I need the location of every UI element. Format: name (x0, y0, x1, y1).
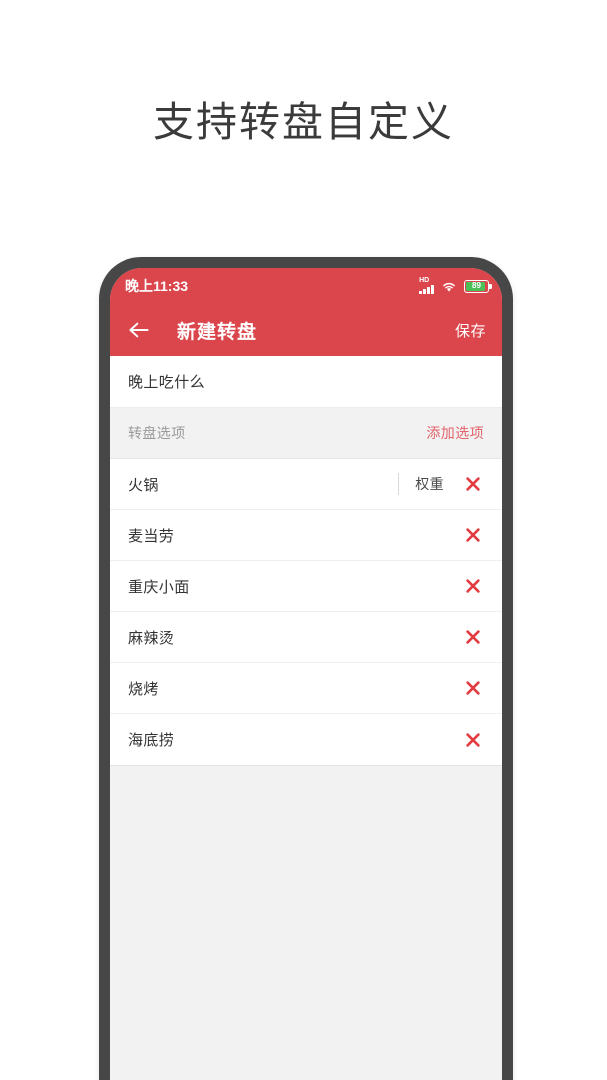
wifi-icon (443, 282, 455, 292)
row-divider (398, 473, 400, 495)
screen-content: 晚上吃什么 转盘选项 添加选项 火锅 权重麦当劳重庆小面麻辣烫烧烤海底捞 (110, 356, 502, 1080)
option-row[interactable]: 重庆小面 (110, 561, 502, 612)
battery-icon: 89 (464, 279, 492, 293)
option-name: 麦当劳 (128, 527, 175, 545)
status-bar-time: 晚上11:33 (125, 278, 189, 294)
close-icon (466, 630, 480, 644)
wheel-title-value: 晚上吃什么 (128, 374, 206, 391)
option-row[interactable]: 烧烤 (110, 663, 502, 714)
wheel-title-input[interactable]: 晚上吃什么 (110, 356, 502, 408)
close-icon (466, 477, 480, 491)
back-arrow-icon (129, 322, 149, 338)
status-bar: 晚上11:33 HD 89 (110, 268, 502, 304)
option-row[interactable]: 火锅 权重 (110, 459, 502, 510)
back-button[interactable] (124, 315, 154, 345)
app-bar: 新建转盘 保存 (110, 304, 502, 356)
page-title: 新建转盘 (177, 321, 258, 343)
option-row[interactable]: 海底捞 (110, 714, 502, 765)
phone-screen: 晚上11:33 HD 89 新建转盘 保存 晚上吃什么 转盘选项 添加选项 火锅… (110, 268, 502, 1080)
close-icon (466, 579, 480, 593)
delete-option-button[interactable] (462, 473, 484, 495)
close-icon (466, 528, 480, 542)
delete-option-button[interactable] (462, 677, 484, 699)
signal-bars-icon: HD (419, 277, 434, 294)
option-name: 麻辣烫 (128, 629, 175, 647)
signal-bars-glyph (419, 285, 434, 294)
delete-option-button[interactable] (462, 729, 484, 751)
options-section-header: 转盘选项 添加选项 (110, 408, 502, 459)
option-name: 重庆小面 (128, 578, 190, 596)
option-row[interactable]: 麦当劳 (110, 510, 502, 561)
option-weight-button[interactable]: 权重 (415, 474, 444, 494)
close-icon (466, 732, 480, 747)
option-name: 烧烤 (128, 680, 159, 698)
close-icon (466, 681, 480, 695)
status-bar-icons: HD 89 (419, 277, 492, 294)
options-section-label: 转盘选项 (128, 425, 186, 441)
delete-option-button[interactable] (462, 524, 484, 546)
delete-option-button[interactable] (462, 626, 484, 648)
delete-option-button[interactable] (462, 575, 484, 597)
phone-mockup-frame: 晚上11:33 HD 89 新建转盘 保存 晚上吃什么 转盘选项 添加选项 火锅… (99, 257, 513, 1080)
page-headline: 支持转盘自定义 (153, 99, 454, 145)
hd-label: HD (419, 277, 430, 284)
empty-space (110, 766, 502, 1080)
save-button[interactable]: 保存 (455, 320, 486, 341)
battery-percent: 89 (472, 281, 481, 290)
option-row[interactable]: 麻辣烫 (110, 612, 502, 663)
option-list: 火锅 权重麦当劳重庆小面麻辣烫烧烤海底捞 (110, 459, 502, 766)
option-name: 火锅 (128, 476, 159, 494)
add-option-button[interactable]: 添加选项 (426, 423, 484, 443)
option-name: 海底捞 (128, 732, 175, 749)
